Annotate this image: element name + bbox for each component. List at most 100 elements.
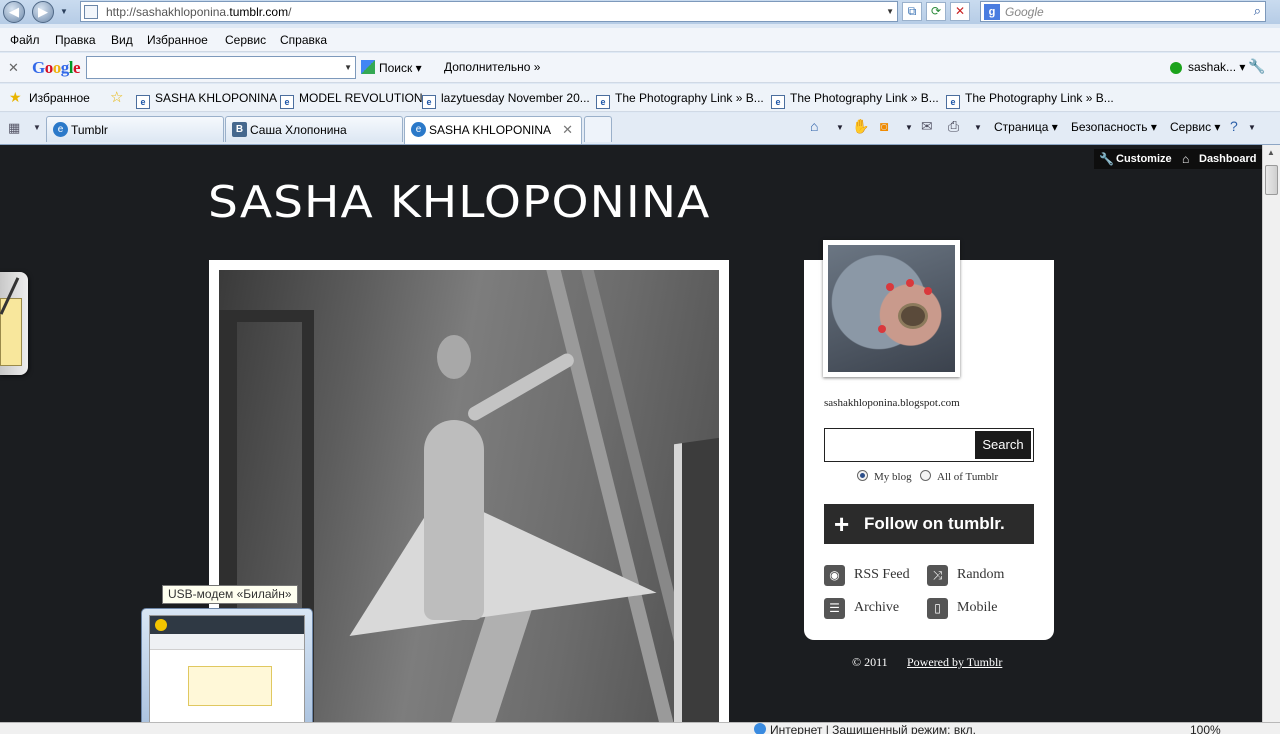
blog-search-button[interactable]: Search bbox=[975, 431, 1031, 459]
stop-icon[interactable]: ✕ bbox=[950, 2, 970, 21]
radio-all-tumblr[interactable]: All of Tumblr bbox=[920, 470, 998, 483]
sidebar-link[interactable]: sashakhloponina.blogspot.com bbox=[824, 397, 960, 409]
page-menu-button[interactable]: Страница ▾ bbox=[994, 120, 1058, 134]
print-chevron-down-icon[interactable]: ▼ bbox=[974, 123, 982, 132]
google-logo[interactable]: Google bbox=[32, 58, 81, 78]
help-icon[interactable]: ? bbox=[1230, 118, 1238, 134]
favorites-button[interactable]: Избранное bbox=[29, 91, 90, 105]
quick-tabs-icon[interactable]: ▦ bbox=[8, 120, 26, 136]
radio-unchecked-icon bbox=[920, 470, 931, 481]
forward-button[interactable]: ▶ bbox=[32, 1, 54, 23]
footer-copyright: © 2011 bbox=[852, 655, 888, 669]
customize-button[interactable]: 🔧 Customize bbox=[1094, 149, 1178, 169]
compatibility-view-icon[interactable]: ⧉ bbox=[902, 2, 922, 21]
status-bar: Интернет | Защищенный режим: вкл. 100% bbox=[0, 722, 1280, 734]
hand-icon[interactable]: ✋ bbox=[852, 118, 869, 135]
favorite-link[interactable]: e lazytuesday November 20... bbox=[422, 91, 590, 109]
favorite-link[interactable]: e The Photography Link » B... bbox=[946, 91, 1114, 109]
search-icon[interactable]: ⌕ bbox=[1254, 3, 1261, 19]
radio-my-blog[interactable]: My blog bbox=[857, 470, 912, 483]
page-icon bbox=[84, 5, 98, 19]
tools-menu-button[interactable]: Сервис ▾ bbox=[1170, 120, 1220, 134]
avatar-nail-shape bbox=[886, 283, 894, 291]
vk-icon: B bbox=[232, 122, 247, 137]
home-icon[interactable]: ⌂ bbox=[810, 118, 818, 134]
wrench-icon: 🔧 bbox=[1099, 152, 1114, 166]
desktop-notes-gadget[interactable] bbox=[0, 272, 28, 375]
thumbnail-tabs bbox=[150, 634, 304, 650]
scroll-up-icon[interactable]: ▲ bbox=[1267, 148, 1275, 157]
archive-icon: ☰ bbox=[824, 598, 845, 619]
tab-bar: ▦ ▼ e Tumblr B Саша Хлопонина e SASHA KH… bbox=[0, 113, 1280, 145]
avatar[interactable] bbox=[823, 240, 960, 377]
close-icon[interactable]: ✕ bbox=[8, 60, 19, 76]
ie-icon: e bbox=[53, 122, 68, 137]
plus-icon: + bbox=[834, 509, 850, 539]
menu-tools[interactable]: Сервис bbox=[225, 33, 266, 47]
recent-pages-chevron-down-icon[interactable]: ▼ bbox=[60, 6, 70, 18]
favorites-bar: ★ Избранное ☆ e SASHA KHLOPONINA e MODEL R… bbox=[0, 84, 1280, 112]
favorite-link[interactable]: e The Photography Link » B... bbox=[771, 91, 939, 109]
blog-search-input[interactable]: Search bbox=[824, 428, 1034, 462]
address-url[interactable]: http://sashakhloponina.tumblr.com/ bbox=[106, 5, 291, 19]
favorite-link[interactable]: e SASHA KHLOPONINA bbox=[136, 91, 277, 109]
online-status-icon bbox=[1170, 62, 1182, 74]
menu-favorites[interactable]: Избранное bbox=[147, 33, 208, 47]
tab-list-chevron-down-icon[interactable]: ▼ bbox=[33, 123, 41, 132]
safety-menu-button[interactable]: Безопасность ▾ bbox=[1071, 120, 1157, 134]
radio-checked-icon bbox=[857, 470, 868, 481]
ie-icon: e bbox=[136, 95, 150, 109]
tab-label: Саша Хлопонина bbox=[250, 123, 347, 137]
google-search-button[interactable]: Поиск ▾ bbox=[361, 60, 422, 75]
tab-sasha-khloponina[interactable]: e SASHA KHLOPONINA ✕ bbox=[404, 116, 582, 144]
tab-tumblr[interactable]: e Tumblr bbox=[46, 116, 224, 142]
powered-by-link[interactable]: Powered by Tumblr bbox=[907, 655, 1002, 670]
feeds-chevron-down-icon[interactable]: ▼ bbox=[905, 123, 913, 132]
menu-help[interactable]: Справка bbox=[280, 33, 327, 47]
rss-icon[interactable]: ◙ bbox=[880, 118, 888, 134]
security-zone[interactable]: Интернет | Защищенный режим: вкл. bbox=[754, 723, 976, 734]
tab-vk-profile[interactable]: B Саша Хлопонина bbox=[225, 116, 403, 142]
refresh-icon[interactable]: ⟳ bbox=[926, 2, 946, 21]
zoom-level[interactable]: 100% bbox=[1190, 723, 1221, 734]
scroll-thumb[interactable] bbox=[1265, 165, 1278, 195]
favorite-link[interactable]: e MODEL REVOLUTION bbox=[280, 91, 423, 109]
ie-icon: e bbox=[422, 95, 436, 109]
blog-title[interactable]: SASHA KHLOPONINA bbox=[208, 177, 710, 228]
follow-button[interactable]: + Follow on tumblr. bbox=[824, 504, 1034, 544]
account-button[interactable]: sashak... ▾ bbox=[1188, 60, 1245, 74]
browser-search-input[interactable]: g Google ⌕ bbox=[980, 1, 1266, 22]
mail-icon[interactable]: ✉ bbox=[921, 118, 933, 135]
dashboard-button[interactable]: ⌂ Dashboard bbox=[1177, 149, 1262, 169]
address-history-chevron-down-icon[interactable]: ▼ bbox=[886, 7, 894, 16]
wrench-icon[interactable]: 🔧 bbox=[1248, 58, 1265, 75]
home-chevron-down-icon[interactable]: ▼ bbox=[836, 123, 844, 132]
favorite-link[interactable]: e The Photography Link » B... bbox=[596, 91, 764, 109]
thumbnail-panel bbox=[188, 666, 272, 706]
close-tab-icon[interactable]: ✕ bbox=[562, 122, 573, 138]
help-chevron-down-icon[interactable]: ▼ bbox=[1248, 123, 1256, 132]
avatar-image bbox=[828, 245, 955, 372]
tab-label: Tumblr bbox=[71, 123, 108, 137]
photo-figure-skirt bbox=[331, 464, 657, 636]
address-input[interactable]: http://sashakhloponina.tumblr.com/ ▼ bbox=[80, 1, 898, 22]
new-tab-button[interactable] bbox=[584, 116, 612, 142]
google-toolbar: ✕ Google ▼ Поиск ▾ Дополнительно » sasha… bbox=[0, 53, 1280, 83]
star-icon[interactable]: ★ bbox=[9, 89, 22, 106]
menu-view[interactable]: Вид bbox=[111, 33, 133, 47]
more-button[interactable]: Дополнительно » bbox=[444, 60, 540, 74]
photo-figure-head bbox=[437, 335, 471, 379]
thumbnail-window bbox=[149, 615, 305, 733]
google-search-input[interactable]: ▼ bbox=[86, 56, 356, 79]
avatar-nail-shape bbox=[906, 279, 914, 287]
back-button[interactable]: ◀ bbox=[3, 1, 25, 23]
print-icon[interactable]: ⎙ bbox=[948, 118, 959, 135]
taskbar-thumbnail[interactable] bbox=[141, 608, 313, 734]
vertical-scrollbar[interactable]: ▲ bbox=[1262, 145, 1280, 722]
menu-edit[interactable]: Правка bbox=[55, 33, 96, 47]
menu-bar: Файл Правка Вид Избранное Сервис Справка bbox=[0, 28, 1280, 52]
taskbar-tooltip: USB-модем «Билайн» bbox=[162, 585, 298, 604]
chevron-down-icon[interactable]: ▼ bbox=[344, 63, 352, 72]
add-favorite-icon[interactable]: ☆ bbox=[110, 88, 123, 106]
menu-file[interactable]: Файл bbox=[10, 33, 40, 47]
